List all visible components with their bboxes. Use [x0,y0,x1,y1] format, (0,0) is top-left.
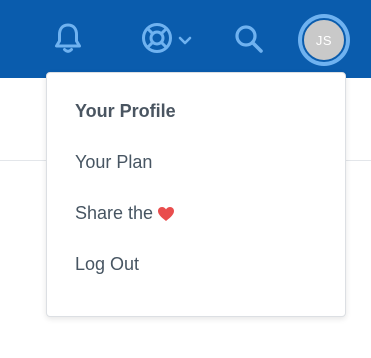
help-menu-button[interactable] [138,20,194,56]
chevron-down-icon [178,36,192,45]
menu-item-log-out[interactable]: Log Out [75,254,139,275]
menu-item-label: Log Out [75,254,140,274]
menu-item-your-profile[interactable]: Your Profile [75,101,176,122]
search-icon [235,25,263,53]
menu-item-label: Your Profile [75,101,176,121]
user-avatar-button[interactable]: JS [298,14,350,66]
lifebuoy-icon [142,23,172,53]
menu-item-your-plan[interactable]: Your Plan [75,152,152,173]
top-navigation-bar: JS [0,0,371,78]
menu-item-label: Your Plan [75,152,153,172]
heart-icon [158,206,175,221]
menu-item-label: Share the [75,203,154,223]
notifications-button[interactable] [50,20,86,56]
menu-item-share[interactable]: Share the [75,203,175,224]
search-button[interactable] [230,20,268,58]
user-dropdown-menu: Your Profile Your Plan Share the Log Out [46,72,346,317]
page: JS Your Profile Your Plan Share the Log … [0,0,371,358]
bell-icon [55,23,81,53]
avatar: JS [302,18,346,62]
avatar-initials: JS [315,32,333,48]
